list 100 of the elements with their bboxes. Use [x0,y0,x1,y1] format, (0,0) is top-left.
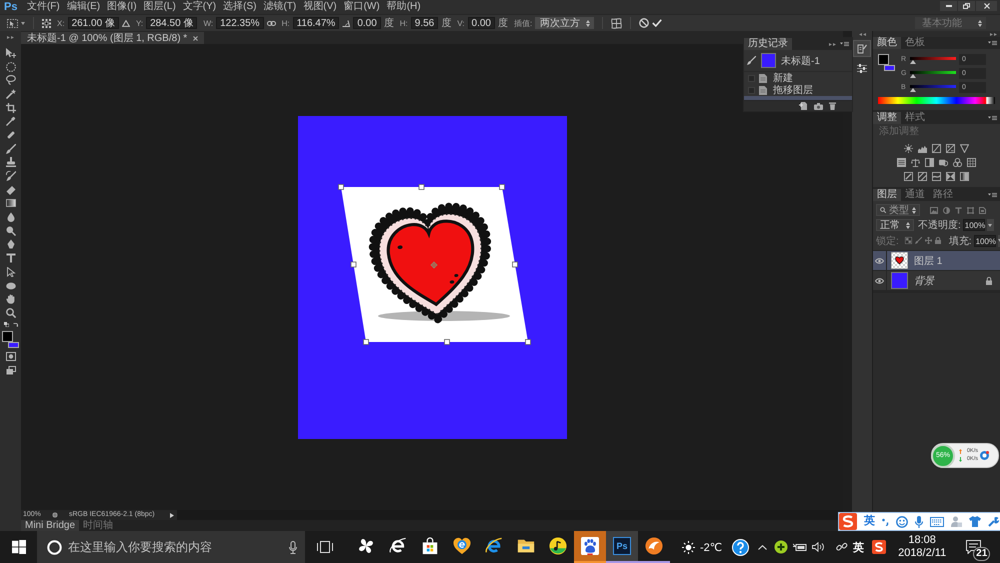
channel-slider-track[interactable] [910,56,956,64]
microphone-icon[interactable] [915,516,923,528]
lollipop-icon[interactable] [6,226,16,236]
battery-plug-icon[interactable] [793,542,808,552]
help-icon[interactable] [732,538,750,556]
stacked-windows-icon[interactable] [6,366,16,375]
menu-item[interactable]: 文件(F) [23,0,64,14]
menu-item[interactable]: 选择(S) [220,0,260,14]
pentagon-icon[interactable] [6,239,16,250]
opacity-dropdown-button[interactable] [986,219,994,231]
caret-icon[interactable] [21,22,25,24]
interpolation-dropdown[interactable]: 两次立方 [535,17,594,29]
small-squares-icon[interactable] [4,322,8,327]
menu-item[interactable]: 文字(Y) [179,0,220,14]
dashed-circle-icon[interactable] [6,62,16,72]
wave-square-icon[interactable] [932,172,941,180]
chevron-up-icon[interactable] [758,544,768,550]
histogram-icon[interactable] [918,144,927,152]
grid-icon[interactable] [967,158,976,166]
ellipse-icon[interactable] [6,280,16,291]
transform-handle[interactable] [444,338,450,344]
arrow-cross-icon[interactable] [6,48,16,58]
lock-icon[interactable] [934,237,941,244]
transform-handle[interactable] [338,184,344,190]
plus-minus-square-icon[interactable] [946,144,955,152]
menu-item[interactable]: 窗口(W) [340,0,384,14]
panel-tab[interactable]: 样式 [901,112,929,124]
blend-mode-dropdown[interactable]: 正常 [876,219,914,231]
value-field[interactable]: 261.00 像 [68,17,119,29]
diagonal-square-icon[interactable] [904,172,913,180]
pointer-arrow-icon[interactable] [6,266,16,277]
transform-handle[interactable] [418,184,424,190]
slider-thumb[interactable] [910,74,916,78]
crop-marks-icon[interactable] [6,102,16,113]
ime-logo-icon[interactable] [872,540,886,554]
fill-field[interactable]: 100% [974,234,996,246]
panel-tab[interactable]: 通道 [901,189,929,201]
plus-circle-icon[interactable] [774,540,788,554]
document-tab[interactable]: 未标题-1 @ 100% (图层 1, RGB/8) * [21,32,204,44]
drop-icon[interactable] [6,212,16,222]
temperature-text[interactable]: -2℃ [700,540,722,554]
restore-button[interactable] [958,1,975,11]
gradient-icon[interactable] [6,198,16,208]
collapse-arrows-icon[interactable] [990,32,997,36]
transform-handle[interactable] [362,338,368,344]
curved-arrow-icon[interactable] [12,322,18,327]
magnifier-icon[interactable] [6,308,16,318]
circle-in-square-icon[interactable] [6,352,16,362]
keyboard-icon[interactable] [930,516,944,526]
brush-curl-icon[interactable] [6,171,16,182]
shirt-icon[interactable] [969,516,981,527]
collapse-arrows-icon[interactable] [858,32,866,36]
value-field[interactable]: 122.35% [216,17,264,29]
value-field[interactable]: 9.56 [410,17,438,29]
striped-panel-icon[interactable] [897,158,906,166]
value-field[interactable]: 0.00 [353,17,381,29]
panel-tab[interactable]: 时间轴 [79,520,118,531]
half-circle-icon[interactable] [943,206,950,214]
eye-icon[interactable] [875,278,884,284]
clock-button[interactable]: 18:08 2018/2/11 [890,531,954,563]
dock-button[interactable] [853,40,871,57]
page-corner-icon[interactable] [979,206,986,214]
menu-item[interactable]: 编辑(E) [63,0,104,14]
wand-icon[interactable] [6,88,16,99]
history-snapshot[interactable]: 未标题-1 [744,50,852,72]
panel-tab[interactable]: Mini Bridge [21,520,80,531]
channel-slider-track[interactable] [910,70,956,78]
filter-kind-dropdown[interactable]: 类型 [876,204,920,216]
panel-tab[interactable]: 调整 [873,112,901,124]
hand-icon[interactable] [6,294,16,304]
brush-icon[interactable] [914,237,922,244]
cancel-icon[interactable] [639,18,650,28]
minimize-button[interactable] [940,1,957,11]
image-icon[interactable] [930,206,938,214]
eye-icon[interactable] [875,258,884,264]
collapse-arrows-icon[interactable] [7,36,14,39]
transform-handle[interactable] [498,184,504,190]
document-plus-icon[interactable] [799,102,808,110]
three-circles-icon[interactable] [953,158,962,166]
foreground-color-swatch[interactable] [2,330,13,342]
capsule-icon[interactable] [6,130,16,140]
close-icon[interactable] [193,36,198,40]
background-color-swatch[interactable] [8,342,19,348]
panel-menu-icon[interactable] [988,193,997,197]
curve-square-icon[interactable] [932,144,941,152]
stamp-icon[interactable] [6,157,16,168]
value-field[interactable]: 116.47% [292,17,340,29]
menu-item[interactable]: 图层(L) [140,0,180,14]
panel-menu-icon[interactable] [988,41,997,45]
input-mode-button[interactable]: 英 [864,513,875,530]
camera-icon[interactable] [814,102,823,110]
transform-handle[interactable] [350,261,356,267]
panel-tab[interactable]: 色板 [901,37,929,49]
layer-row[interactable]: 图层 1 [873,251,1000,271]
half-square-icon[interactable] [925,158,934,166]
lasso-icon[interactable] [6,75,16,86]
layer-row[interactable]: 背景 [873,271,1000,291]
menu-item[interactable]: 滤镜(T) [260,0,300,14]
input-language-button[interactable]: 英 [848,540,870,554]
panel-tab[interactable]: 路径 [929,189,957,201]
